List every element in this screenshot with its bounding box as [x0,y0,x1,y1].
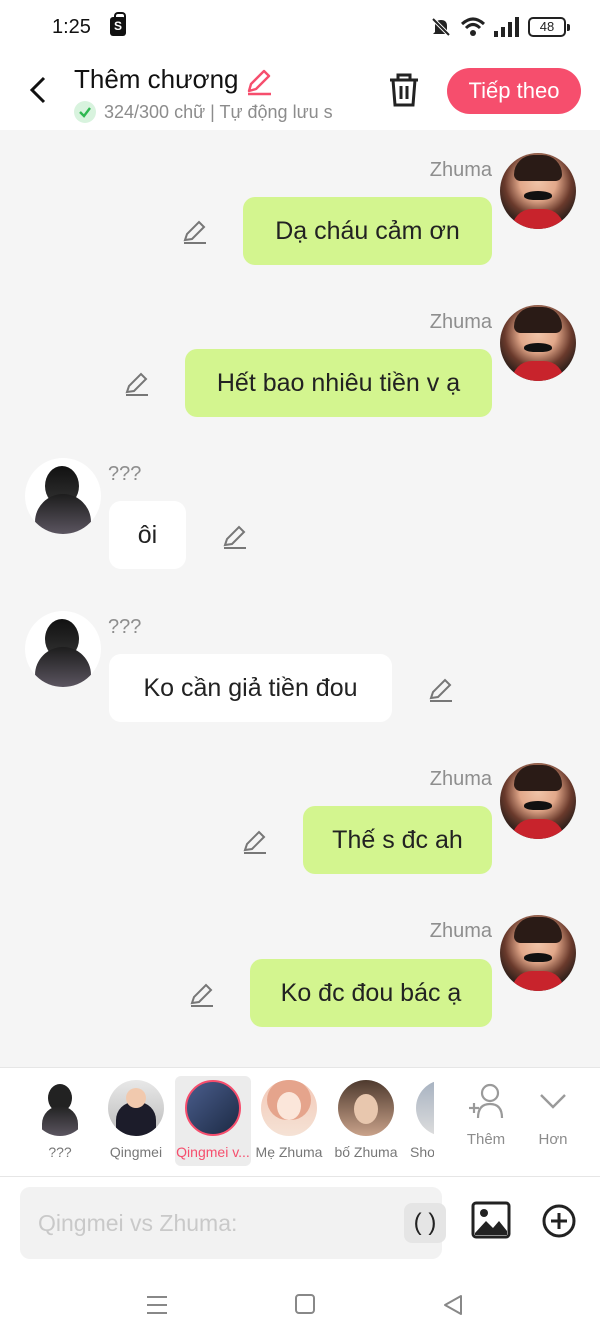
message-input-box: ( ) [20,1187,446,1259]
character-avatar [338,1080,394,1136]
edit-title-icon[interactable] [244,66,274,96]
chevron-down-icon [540,1094,566,1109]
check-circle-icon [74,101,96,123]
shop-bag-icon: S [110,12,126,36]
sender-name: Zhuma [429,311,492,333]
character-avatar [261,1080,317,1136]
message-bubble[interactable]: Dạ cháu cảm ơn [243,197,492,265]
message-bubble[interactable]: Thế s đc ah [303,806,492,874]
battery-icon: 48 [528,17,570,37]
system-nav-bar [0,1269,600,1343]
status-time: 1:25 [52,16,91,38]
character-label: Sho [410,1144,434,1160]
message-bubble[interactable]: Ko cần giả tiền đou [109,654,392,722]
character-item[interactable]: Sho [404,1076,434,1166]
character-avatar [416,1080,434,1136]
add-user-icon [469,1083,504,1119]
more-label: Hơn [538,1131,568,1148]
trash-icon[interactable] [387,72,421,108]
character-item-selected[interactable]: Qingmei v... [175,1076,251,1166]
signal-icon [494,17,519,37]
composer: ( ) [0,1177,600,1269]
character-label: bố Zhuma [334,1144,398,1160]
character-label: Qingmei v... [176,1144,250,1160]
message-bubble[interactable]: Hết bao nhiêu tiền v ạ [185,349,492,417]
status-icons: 48 [430,16,570,38]
character-strip: ??? Qingmei Qingmei v... Mẹ Zhuma bố Zhu… [0,1067,600,1177]
character-item[interactable]: ??? [22,1076,98,1166]
add-character-button[interactable]: Thêm [456,1082,516,1148]
add-character-label: Thêm [466,1131,506,1148]
sender-name: ??? [108,616,142,638]
character-item[interactable]: Mẹ Zhuma [251,1076,327,1166]
avatar[interactable] [500,153,576,229]
character-label: Qingmei [109,1144,163,1160]
add-circle-icon[interactable] [541,1203,577,1239]
character-item[interactable]: bố Zhuma [328,1076,404,1166]
edit-message-icon[interactable] [427,675,455,703]
sender-name: Zhuma [429,768,492,790]
chat-area: Zhuma Dạ cháu cảm ơn Zhuma Hết bao nhiêu… [0,130,600,1067]
character-label: Mẹ Zhuma [255,1144,323,1160]
word-count-line: 324/300 chữ | Tự động lưu s [74,98,364,126]
edit-message-icon[interactable] [123,369,151,397]
home-square-icon[interactable] [294,1293,316,1315]
page-title: Thêm chương [74,64,239,94]
parenthesis-button[interactable]: ( ) [404,1203,446,1243]
menu-icon[interactable] [145,1293,169,1317]
sender-name: Zhuma [429,920,492,942]
mute-bell-icon [431,17,451,37]
header: Thêm chương 324/300 chữ | Tự động lưu s … [0,54,600,130]
avatar[interactable] [25,611,101,687]
avatar[interactable] [25,458,101,534]
back-arrow-icon[interactable] [24,72,52,108]
character-item[interactable]: Qingmei [98,1076,174,1166]
message-bubble[interactable]: ôi [109,501,186,569]
character-avatar [185,1080,241,1136]
shop-bag-letter: S [114,19,123,33]
message-input[interactable] [38,1203,388,1243]
edit-message-icon[interactable] [181,217,209,245]
character-avatar [32,1080,88,1136]
more-button[interactable]: Hơn [523,1082,583,1148]
character-label: ??? [48,1144,72,1160]
sender-name: Zhuma [429,159,492,181]
status-bar: 1:25 S 48 [0,0,600,54]
back-triangle-icon[interactable] [441,1293,465,1317]
avatar[interactable] [500,915,576,991]
edit-message-icon[interactable] [188,980,216,1008]
character-avatar [108,1080,164,1136]
next-button[interactable]: Tiếp theo [447,68,581,114]
sender-name: ??? [108,463,142,485]
avatar[interactable] [500,763,576,839]
edit-message-icon[interactable] [221,522,249,550]
message-bubble[interactable]: Ko đc đou bác ạ [250,959,492,1027]
wifi-icon [460,17,486,36]
avatar[interactable] [500,305,576,381]
image-icon[interactable] [471,1201,511,1239]
edit-message-icon[interactable] [241,827,269,855]
word-count-text: 324/300 chữ | Tự động lưu s [104,101,333,122]
